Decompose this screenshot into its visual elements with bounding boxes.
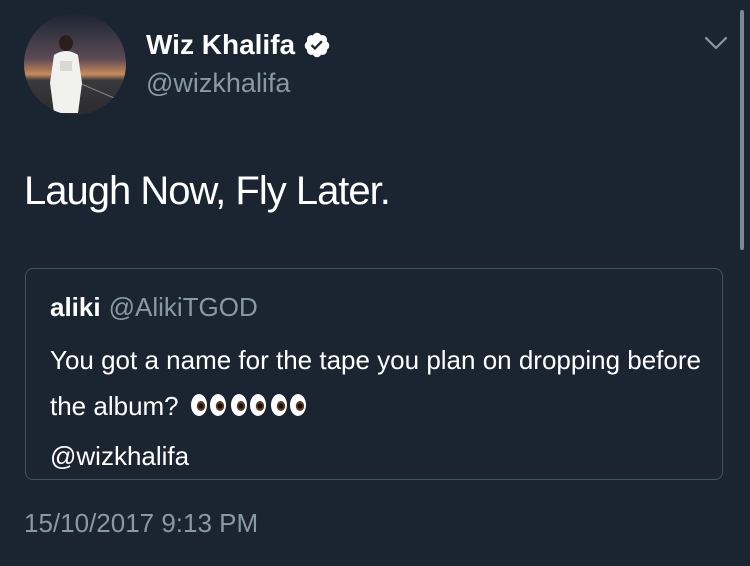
author-name[interactable]: Wiz Khalifa xyxy=(146,28,331,62)
quoted-text-body: You got a name for the tape you plan on … xyxy=(50,345,701,421)
scrollbar[interactable] xyxy=(740,10,744,250)
quoted-mention-link[interactable]: @wizkhalifa xyxy=(50,441,189,471)
quoted-tweet-header: aliki @AlikiTGOD xyxy=(50,291,258,323)
author-display-name[interactable]: Wiz Khalifa xyxy=(146,28,295,62)
quoted-author-name: aliki xyxy=(50,292,101,322)
verified-badge-icon xyxy=(304,32,330,58)
avatar[interactable] xyxy=(24,13,126,115)
quoted-tweet-text: You got a name for the tape you plan on … xyxy=(50,337,710,479)
author-handle[interactable]: @wizkhalifa xyxy=(146,67,290,99)
chevron-down-icon[interactable] xyxy=(703,33,729,53)
eyes-emoji-icon xyxy=(190,387,308,433)
quoted-tweet[interactable]: aliki @AlikiTGOD You got a name for the t… xyxy=(25,268,723,480)
tweet-timestamp[interactable]: 15/10/2017 9:13 PM xyxy=(24,507,258,539)
tweet-text: Laugh Now, Fly Later. xyxy=(24,169,391,213)
tweet-card[interactable]: Wiz Khalifa @wizkhalifa Laugh Now, Fly L… xyxy=(0,0,750,566)
quoted-author-handle: @AlikiTGOD xyxy=(108,292,258,322)
